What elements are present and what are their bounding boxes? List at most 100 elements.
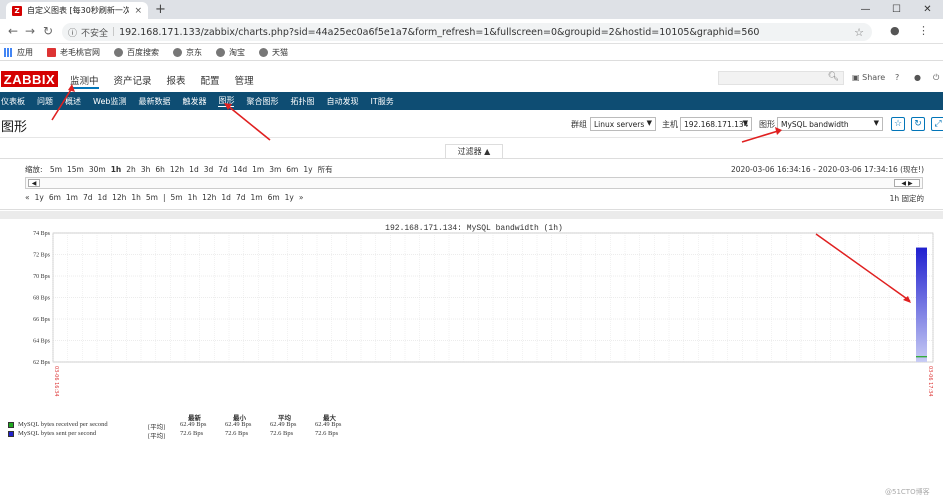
bookmark-item[interactable]: 淘宝 <box>216 47 245 58</box>
reload-icon[interactable]: ↻ <box>43 24 53 38</box>
close-tab-icon[interactable]: × <box>134 6 142 16</box>
new-tab-button[interactable]: + <box>155 2 166 17</box>
zoom-option[interactable]: 3m <box>269 165 281 174</box>
back-icon[interactable]: ← <box>8 24 18 38</box>
help-icon[interactable]: ? <box>895 73 899 82</box>
logout-icon[interactable]: ⏻ <box>933 73 939 83</box>
submenu-maps[interactable]: 拓扑图 <box>290 96 314 107</box>
bookmark-star-icon[interactable]: ☆ <box>854 26 864 39</box>
submenu-problems[interactable]: 问题 <box>37 96 53 107</box>
browser-tab[interactable]: Z 自定义图表 [每30秒刷新一次] × <box>6 2 148 19</box>
forward-icon[interactable]: → <box>25 24 35 38</box>
submenu-screens[interactable]: 聚合图形 <box>246 96 278 107</box>
period-nav-link[interactable]: 1m <box>66 193 78 202</box>
globe-icon <box>216 47 225 57</box>
user-icon[interactable]: ● <box>914 73 921 82</box>
zoom-option[interactable]: 3d <box>204 165 214 174</box>
zoom-option[interactable]: 30m <box>89 165 106 174</box>
maximize-icon[interactable]: ☐ <box>881 0 912 19</box>
chart-title: 192.168.171.134: MySQL bandwidth (1h) <box>385 224 563 233</box>
host-select[interactable]: 192.168.171.134 ▼ <box>680 117 752 131</box>
period-nav-link[interactable]: 1y <box>35 193 44 202</box>
search-icon[interactable]: 🔍︎ <box>828 72 839 82</box>
period-nav-link[interactable]: 7d <box>83 193 93 202</box>
period-nav-link[interactable]: 5m <box>171 193 183 202</box>
profile-icon[interactable]: ● <box>890 24 900 37</box>
period-nav-link[interactable]: » <box>299 193 304 202</box>
zoom-option[interactable]: 1h <box>111 165 122 174</box>
menu-reports[interactable]: 报表 <box>167 73 186 89</box>
menu-inventory[interactable]: 资产记录 <box>114 73 152 89</box>
zoom-option[interactable]: 2h <box>126 165 136 174</box>
group-select[interactable]: Linux servers ▼ <box>590 117 656 131</box>
filter-toggle-tab[interactable]: 过滤器 ▲ <box>445 144 503 158</box>
zoom-option[interactable]: 1m <box>252 165 264 174</box>
zoom-option[interactable]: 12h <box>170 165 184 174</box>
close-window-icon[interactable]: ✕ <box>912 0 943 19</box>
graph-select[interactable]: MySQL bandwidth ▼ <box>777 117 883 131</box>
submenu-dashboard[interactable]: 仪表板 <box>1 96 25 107</box>
zoom-option[interactable]: 1y <box>303 165 312 174</box>
period-nav-link[interactable]: 1d <box>221 193 231 202</box>
time-scrollbar[interactable]: ◀ ◀ ▶ <box>25 177 923 189</box>
period-nav-link[interactable]: 6m <box>49 193 61 202</box>
period-nav-link[interactable]: 7d <box>236 193 246 202</box>
period-nav-link[interactable]: 12h <box>112 193 126 202</box>
search-input[interactable]: 🔍︎ <box>718 71 844 85</box>
bookmark-item[interactable]: 天猫 <box>259 47 288 58</box>
bookmark-item[interactable]: 京东 <box>173 47 202 58</box>
url-input[interactable]: ⓘ 不安全 | 192.168.171.133/zabbix/charts.ph… <box>62 23 872 41</box>
scroll-right-button[interactable]: ◀ ▶ <box>894 179 920 187</box>
zoom-option[interactable]: 所有 <box>318 165 333 174</box>
period-nav-link[interactable]: 1d <box>98 193 108 202</box>
fullscreen-button[interactable]: ⤢ <box>931 117 943 131</box>
minimize-icon[interactable]: — <box>850 0 881 19</box>
share-icon: ▣ <box>852 73 860 82</box>
zoom-option[interactable]: 5m <box>50 165 62 174</box>
submenu-discovery[interactable]: 自动发现 <box>326 96 358 107</box>
period-nav-link[interactable]: 5m <box>146 193 158 202</box>
graph-label: 图形 <box>759 120 775 129</box>
zoom-option[interactable]: 1d <box>189 165 199 174</box>
period-nav-link[interactable]: 6m <box>268 193 280 202</box>
submenu-web[interactable]: Web监测 <box>93 96 126 107</box>
legend-row: MySQL bytes sent per second [平均] 72.6 Bp… <box>8 430 368 440</box>
submenu-it-services[interactable]: IT服务 <box>370 96 393 107</box>
page-title-bar: 图形 群组 Linux servers ▼ 主机 192.168.171.134 ▼… <box>0 110 943 138</box>
zoom-option[interactable]: 6h <box>155 165 165 174</box>
submenu-latest-data[interactable]: 最新数据 <box>138 96 170 107</box>
legend-min: 62.49 Bps <box>225 421 252 428</box>
menu-monitoring[interactable]: 监测中 <box>70 73 99 89</box>
refresh-button[interactable]: ↻ <box>911 117 925 131</box>
graph-separator <box>0 211 943 219</box>
menu-icon[interactable]: ⋮ <box>918 24 929 37</box>
favourite-star-button[interactable]: ☆ <box>891 117 905 131</box>
period-nav-link[interactable]: 1h <box>188 193 198 202</box>
zabbix-logo[interactable]: ZABBIX <box>1 71 58 87</box>
chevron-down-icon: ▼ <box>646 119 652 127</box>
info-icon[interactable]: ⓘ <box>68 26 77 39</box>
menu-configuration[interactable]: 配置 <box>201 73 220 89</box>
menu-administration[interactable]: 管理 <box>235 73 254 89</box>
bookmark-apps[interactable]: 应用 <box>4 47 33 58</box>
submenu-triggers[interactable]: 触发器 <box>182 96 206 107</box>
zoom-option[interactable]: 3h <box>141 165 151 174</box>
submenu-overview[interactable]: 概述 <box>65 96 81 107</box>
period-nav-link[interactable]: 1h <box>131 193 141 202</box>
bookmark-item[interactable]: 老毛桃官网 <box>47 47 100 58</box>
period-nav-link[interactable]: 1y <box>285 193 294 202</box>
scroll-left-button[interactable]: ◀ <box>28 179 40 187</box>
period-nav-link[interactable]: 1m <box>251 193 263 202</box>
zoom-option[interactable]: 14d <box>233 165 247 174</box>
zoom-option[interactable]: 7d <box>218 165 228 174</box>
period-nav-link[interactable]: « <box>25 193 30 202</box>
period-nav-link[interactable]: 12h <box>202 193 216 202</box>
site-icon <box>47 47 56 57</box>
share-link[interactable]: ▣ Share <box>852 73 885 82</box>
zoom-option[interactable]: 15m <box>67 165 84 174</box>
zoom-option[interactable]: 6m <box>286 165 298 174</box>
submenu-graphs[interactable]: 图形 <box>218 95 235 107</box>
x-start-label: 03-06 16:34 <box>53 366 59 397</box>
bookmark-item[interactable]: 百度搜索 <box>114 47 159 58</box>
y-tick-label: 64 Bps <box>33 339 51 345</box>
